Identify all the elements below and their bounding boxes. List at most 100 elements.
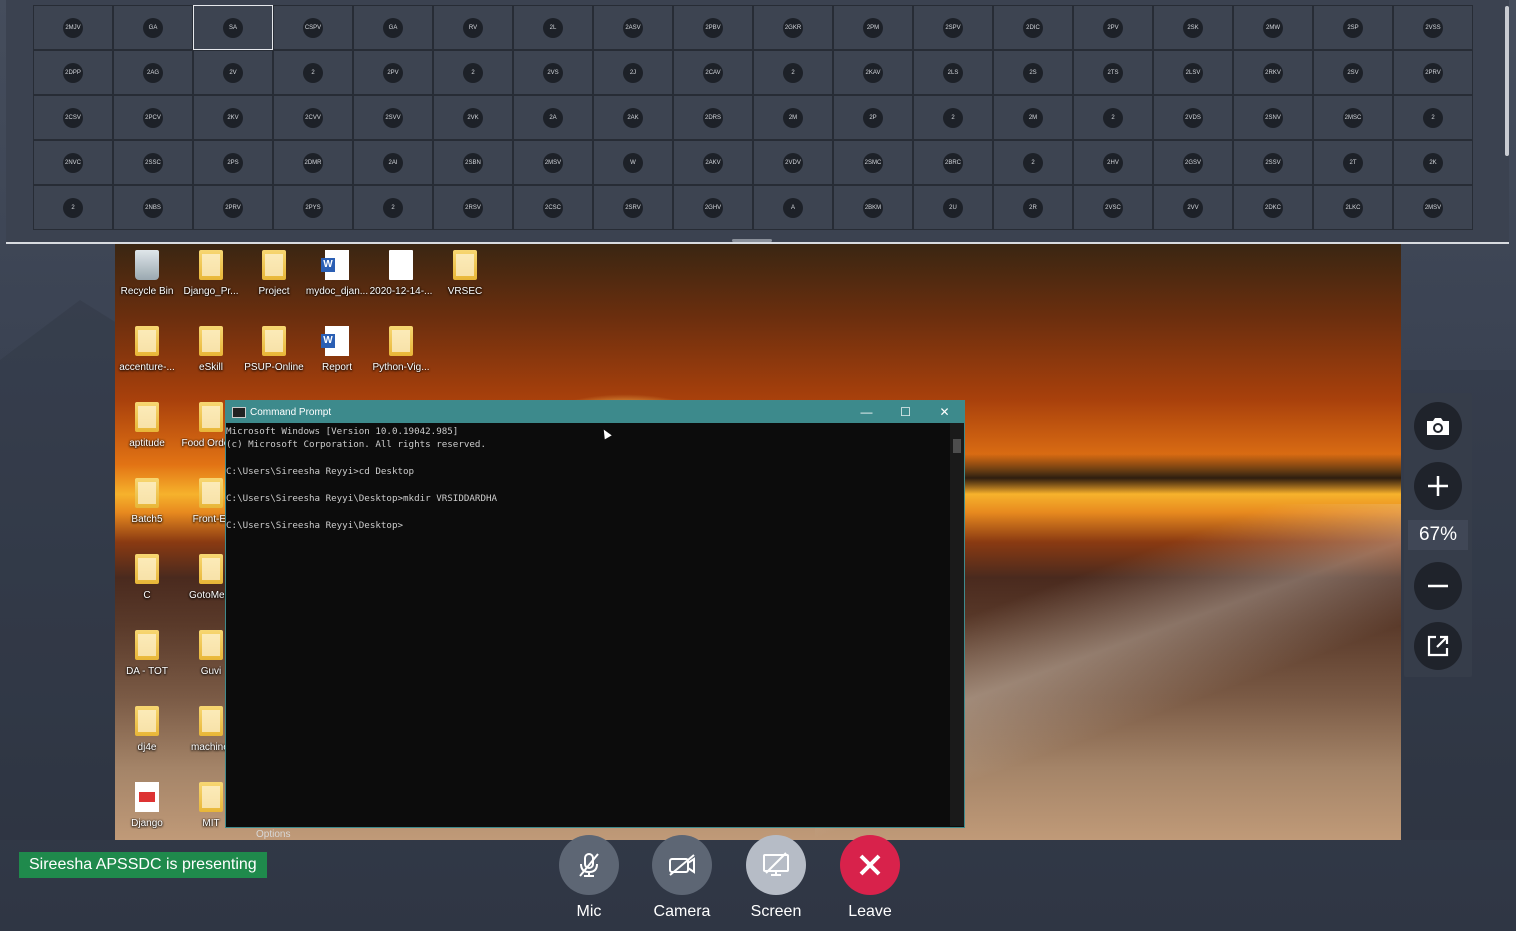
command-prompt-titlebar[interactable]: Command Prompt — ☐ ✕ (226, 401, 964, 423)
participant-tile[interactable]: 2VDV (753, 140, 833, 185)
participant-tile[interactable]: 2K (1393, 140, 1473, 185)
participant-tile[interactable]: CSPV (273, 5, 353, 50)
participant-tile[interactable]: GA (113, 5, 193, 50)
desktop-icon[interactable]: VRSEC (433, 250, 497, 297)
participant-tile[interactable]: 2SRV (593, 185, 673, 230)
participant-tile[interactable]: 2AG (113, 50, 193, 95)
participant-tile[interactable]: 2 (273, 50, 353, 95)
participant-tile[interactable]: 2CSV (33, 95, 113, 140)
participant-tile[interactable]: 2 (1393, 95, 1473, 140)
participant-tile[interactable]: 2PYS (273, 185, 353, 230)
participant-tile[interactable]: 2M (753, 95, 833, 140)
participant-tile[interactable]: 2A (513, 95, 593, 140)
participant-tile[interactable]: 2 (433, 50, 513, 95)
participant-tile[interactable]: 2 (33, 185, 113, 230)
participant-tile[interactable]: 2VSS (1393, 5, 1473, 50)
participant-tile[interactable]: 2PV (353, 50, 433, 95)
terminal-output[interactable]: Microsoft Windows [Version 10.0.19042.98… (226, 423, 964, 532)
participant-tile[interactable]: 2U (913, 185, 993, 230)
participant-tile[interactable]: 2NVC (33, 140, 113, 185)
terminal-scrollbar[interactable] (950, 423, 964, 826)
desktop-icon[interactable]: dj4e (115, 706, 179, 753)
participant-tile[interactable]: 2PS (193, 140, 273, 185)
grid-scrollbar[interactable] (1505, 6, 1509, 156)
command-prompt-window[interactable]: Command Prompt — ☐ ✕ Microsoft Windows [… (225, 400, 965, 828)
leave-button[interactable]: Leave (830, 835, 910, 921)
participant-tile[interactable]: 2CSC (513, 185, 593, 230)
desktop-icon[interactable]: Django (115, 782, 179, 829)
participant-tile[interactable]: 2SMC (833, 140, 913, 185)
participant-tile[interactable]: 2VDS (1153, 95, 1233, 140)
participant-tile[interactable]: 2MSV (513, 140, 593, 185)
participant-tile[interactable]: 2MSV (1393, 185, 1473, 230)
participant-tile[interactable]: GA (353, 5, 433, 50)
mic-button[interactable]: Mic (549, 835, 629, 921)
participant-tile[interactable]: 2M (993, 95, 1073, 140)
desktop-icon[interactable]: Recycle Bin (115, 250, 179, 297)
participant-tile[interactable]: 2R (993, 185, 1073, 230)
participant-tile[interactable]: 2LKC (1313, 185, 1393, 230)
participant-tile[interactable]: 2AK (593, 95, 673, 140)
participant-tile[interactable]: 2 (993, 140, 1073, 185)
desktop-icon[interactable]: Report (305, 326, 369, 373)
desktop-icon[interactable]: mydoc_djan... (305, 250, 369, 297)
participant-tile[interactable]: 2VV (1153, 185, 1233, 230)
participant-tile[interactable]: 2VK (433, 95, 513, 140)
participant-tile[interactable]: 2V (193, 50, 273, 95)
participant-tile[interactable]: 2DRS (673, 95, 753, 140)
participant-tile[interactable]: 2PM (833, 5, 913, 50)
participant-tile[interactable]: 2BRC (913, 140, 993, 185)
participant-tile[interactable]: 2 (913, 95, 993, 140)
participant-tile[interactable]: 2PBV (673, 5, 753, 50)
participant-tile[interactable]: 2GHV (673, 185, 753, 230)
participant-tile[interactable]: 2SVV (353, 95, 433, 140)
participant-tile[interactable]: 2BKM (833, 185, 913, 230)
participant-tile[interactable]: 2 (753, 50, 833, 95)
desktop-icon[interactable]: eSkill (179, 326, 243, 373)
participant-tile[interactable]: 2KAV (833, 50, 913, 95)
desktop-icon[interactable]: Python-Vig... (369, 326, 433, 373)
participant-tile[interactable]: 2SPV (913, 5, 993, 50)
participant-tile[interactable]: 2AI (353, 140, 433, 185)
participant-tile[interactable]: 2ASV (593, 5, 673, 50)
participant-tile[interactable]: 2DMR (273, 140, 353, 185)
participant-tile[interactable]: 2PV (1073, 5, 1153, 50)
participant-tile[interactable]: 2HV (1073, 140, 1153, 185)
participant-tile[interactable]: 2DIC (993, 5, 1073, 50)
participant-tile[interactable]: 2DPP (33, 50, 113, 95)
close-window-button[interactable]: ✕ (925, 401, 964, 423)
participant-tile[interactable]: 2RKV (1233, 50, 1313, 95)
desktop-icon[interactable]: DA - TOT (115, 630, 179, 677)
participant-tile[interactable]: 2NBS (113, 185, 193, 230)
screen-share-button[interactable]: Screen (736, 835, 816, 921)
pop-out-button[interactable] (1414, 622, 1462, 670)
participant-tile[interactable]: 2LSV (1153, 50, 1233, 95)
minimize-button[interactable]: — (847, 401, 886, 423)
zoom-out-button[interactable] (1414, 562, 1462, 610)
participant-tile[interactable]: 2TS (1073, 50, 1153, 95)
participant-tile[interactable]: 2GSV (1153, 140, 1233, 185)
participant-tile[interactable]: 2SSC (113, 140, 193, 185)
participant-tile[interactable]: 2GKR (753, 5, 833, 50)
participant-tile[interactable]: 2SNV (1233, 95, 1313, 140)
participant-tile[interactable]: 2SBN (433, 140, 513, 185)
participant-tile[interactable]: 2SSV (1233, 140, 1313, 185)
desktop-icon[interactable]: Batch5 (115, 478, 179, 525)
participant-tile[interactable]: 2AKV (673, 140, 753, 185)
desktop-icon[interactable]: aptitude (115, 402, 179, 449)
desktop-icon[interactable]: Project (242, 250, 306, 297)
participant-tile[interactable]: 2PCV (113, 95, 193, 140)
desktop-icon[interactable]: 2020-12-14-... (369, 250, 433, 297)
camera-button[interactable]: Camera (642, 835, 722, 921)
participant-tile[interactable]: RV (433, 5, 513, 50)
desktop-icon[interactable]: C (115, 554, 179, 601)
desktop-icon[interactable]: Django_Pr... (179, 250, 243, 297)
participant-tile[interactable]: 2P (833, 95, 913, 140)
participant-tile[interactable]: 2PRV (193, 185, 273, 230)
participant-tile[interactable]: 2PRV (1393, 50, 1473, 95)
maximize-button[interactable]: ☐ (886, 401, 925, 423)
participant-tile[interactable]: 2MW (1233, 5, 1313, 50)
participant-tile[interactable]: 2VSC (1073, 185, 1153, 230)
participant-tile[interactable]: 2CAV (673, 50, 753, 95)
participant-tile[interactable]: 2J (593, 50, 673, 95)
